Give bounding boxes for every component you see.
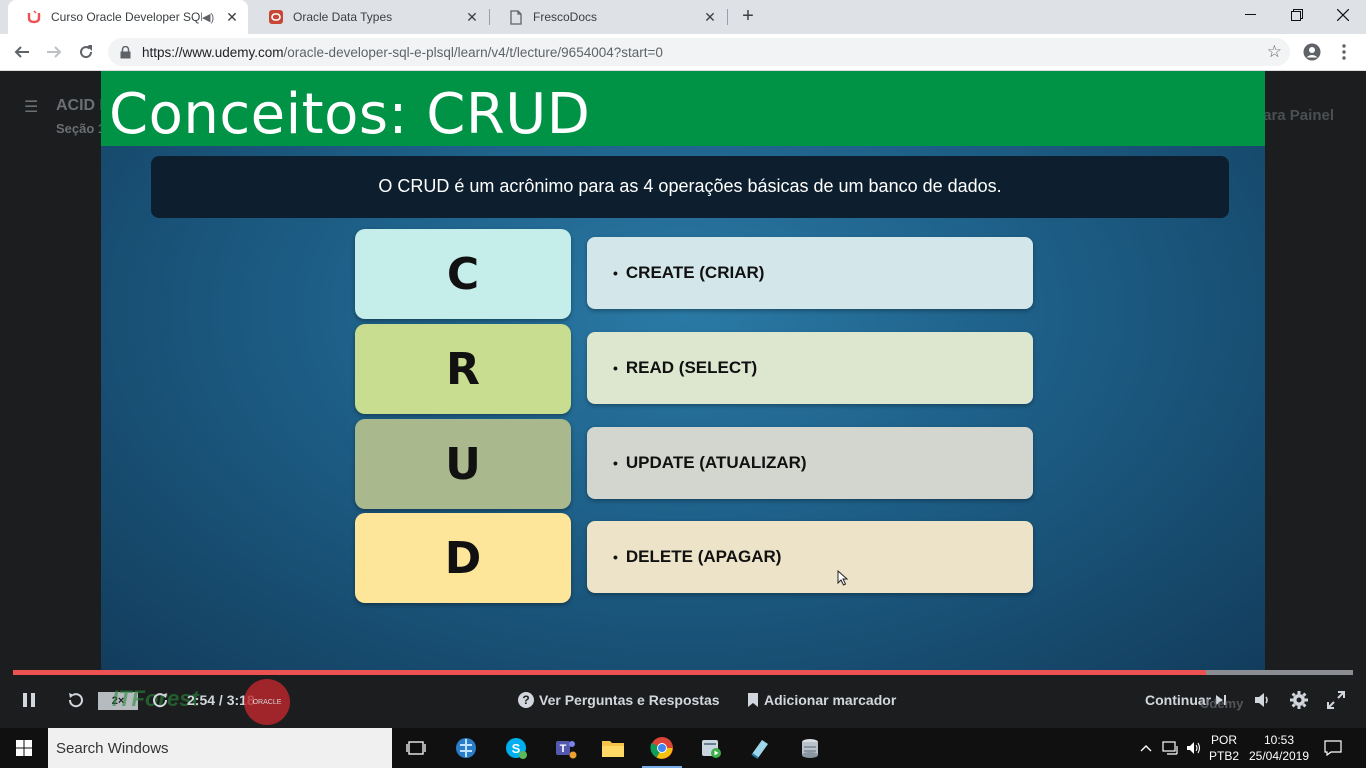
tab-title: Oracle Data Types (293, 10, 393, 24)
language-code: POR (1210, 733, 1237, 747)
skype-icon[interactable]: S (492, 728, 540, 768)
crud-letter-c: C (355, 229, 571, 319)
windows-taskbar: Search Windows S T POR PTB2 10:53 25/04/… (0, 728, 1366, 768)
player-controls: 2× ITForest 2:54 / 3:18 ORACLE ? Ver Per… (0, 677, 1366, 728)
oracle-watermark-text: ORACLE (252, 698, 282, 706)
input-language-indicator[interactable]: POR PTB2 (1208, 732, 1240, 764)
task-view-icon[interactable] (392, 728, 440, 768)
chrome-icon[interactable] (638, 728, 686, 768)
course-menu-icon[interactable]: ☰ (24, 97, 38, 117)
bookmark-star-icon[interactable]: ☆ (1267, 43, 1282, 60)
windows-search-box[interactable]: Search Windows (48, 728, 392, 768)
mouse-cursor-icon (837, 569, 849, 586)
crud-desc-text: READ (SELECT) (625, 358, 758, 377)
forward-arrow-icon[interactable] (40, 38, 68, 66)
url-path: /oracle-developer-sql-e-plsql/learn/v4/t… (283, 44, 663, 60)
qa-label: Ver Perguntas e Respostas (539, 692, 720, 708)
fullscreen-icon[interactable] (1326, 690, 1346, 710)
crud-desc-update: • UPDATE (ATUALIZAR) (587, 427, 1033, 499)
audio-playing-icon[interactable]: ◀) (202, 11, 218, 24)
crud-letter-r: R (355, 324, 571, 414)
crud-desc-read: • READ (SELECT) (587, 332, 1033, 404)
forward-icon[interactable] (150, 690, 170, 710)
oracle-favicon-icon (268, 9, 284, 25)
network-tray-icon[interactable] (1162, 728, 1180, 768)
tab-oracle-data-types[interactable]: Oracle Data Types ✕ (250, 0, 488, 34)
network-app-icon[interactable] (442, 728, 490, 768)
new-tab-button[interactable]: + (737, 6, 759, 28)
tab-close-icon[interactable]: ✕ (464, 9, 480, 25)
slide-header-bar: Conceitos: CRUD (101, 71, 1265, 147)
tab-title: FrescoDocs (533, 10, 598, 24)
udemy-watermark: Udemy (1200, 696, 1244, 711)
slide-subtitle-box: O CRUD é um acrônimo para as 4 operações… (151, 156, 1229, 218)
reload-icon[interactable] (72, 38, 100, 66)
restore-window-icon[interactable] (1274, 0, 1320, 30)
tab-close-icon[interactable]: ✕ (224, 9, 240, 25)
crud-desc-create: • CREATE (CRIAR) (587, 237, 1033, 309)
question-icon: ? (518, 692, 534, 708)
lecture-slide: Conceitos: CRUD O CRUD é um acrônimo par… (101, 71, 1265, 671)
keyboard-layout: PTB2 (1208, 749, 1239, 763)
media-app-icon[interactable] (687, 728, 735, 768)
slide-title: Conceitos: CRUD (109, 82, 591, 147)
udemy-favicon-icon (26, 9, 42, 25)
clock-time: 10:53 (1263, 733, 1295, 747)
rewind-icon[interactable] (66, 690, 86, 710)
minimize-window-icon[interactable] (1228, 0, 1274, 30)
section-label: Seção 1 (56, 121, 106, 136)
tab-curso-oracle[interactable]: Curso Oracle Developer SQL ◀) ✕ (8, 0, 248, 34)
tab-title: Curso Oracle Developer SQL (51, 10, 202, 24)
svg-text:T: T (560, 743, 567, 755)
tray-overflow-chevron-icon[interactable] (1140, 728, 1152, 768)
browser-toolbar: https://www.udemy.com/oracle-developer-s… (0, 34, 1366, 71)
oracle-watermark-logo: ORACLE (244, 679, 290, 725)
teams-icon[interactable]: T (541, 728, 589, 768)
profile-avatar-icon[interactable] (1298, 38, 1326, 66)
address-bar[interactable]: https://www.udemy.com/oracle-developer-s… (108, 38, 1290, 66)
tab-close-icon[interactable]: ✕ (702, 9, 718, 25)
back-arrow-icon[interactable] (8, 38, 36, 66)
document-favicon-icon (508, 9, 524, 25)
settings-gear-icon[interactable] (1289, 690, 1309, 710)
video-progress-bar[interactable] (13, 670, 1353, 675)
file-explorer-icon[interactable] (589, 728, 637, 768)
bullet: • (613, 455, 618, 471)
notifications-icon[interactable] (1324, 728, 1342, 768)
bookmark-label: Adicionar marcador (764, 692, 897, 708)
crud-desc-text: DELETE (APAGAR) (625, 547, 782, 566)
crud-desc-text: UPDATE (ATUALIZAR) (625, 453, 807, 472)
crud-letter-u: U (355, 419, 571, 509)
tab-separator (727, 9, 728, 25)
crud-desc-delete: • DELETE (APAGAR) (587, 521, 1033, 593)
video-progress-fill (13, 670, 1206, 675)
tab-frescodocs[interactable]: FrescoDocs ✕ (490, 0, 726, 34)
volume-icon[interactable] (1252, 690, 1272, 710)
url-host: https://www.udemy.com (142, 44, 284, 60)
crud-letter-d: D (355, 513, 571, 603)
search-placeholder: Search Windows (56, 739, 169, 757)
slide-subtitle: O CRUD é um acrônimo para as 4 operações… (378, 176, 1002, 196)
system-clock[interactable]: 10:53 25/04/2019 (1249, 732, 1309, 764)
notepad-app-icon[interactable] (736, 728, 784, 768)
volume-tray-icon[interactable] (1186, 728, 1202, 768)
add-bookmark-button[interactable]: Adicionar marcador (748, 692, 896, 708)
clock-date: 25/04/2019 (1248, 749, 1310, 763)
browser-tab-strip: Curso Oracle Developer SQL ◀) ✕ Oracle D… (0, 0, 1366, 34)
crud-desc-text: CREATE (CRIAR) (625, 263, 765, 282)
bullet: • (613, 265, 618, 281)
browser-menu-icon[interactable] (1330, 38, 1358, 66)
windows-start-icon[interactable] (0, 728, 48, 768)
bullet: • (613, 549, 618, 565)
close-window-icon[interactable] (1320, 0, 1366, 30)
bullet: • (613, 360, 618, 376)
bookmark-icon (748, 693, 758, 707)
pause-icon[interactable] (22, 692, 36, 708)
sql-developer-icon[interactable] (786, 728, 834, 768)
qa-button[interactable]: ? Ver Perguntas e Respostas (518, 692, 720, 708)
lock-icon[interactable] (120, 45, 132, 59)
url-text: https://www.udemy.com/oracle-developer-s… (142, 45, 663, 60)
video-player[interactable]: ☰ ACID E CRUD Seção 1 Ir para Painel Con… (0, 71, 1366, 728)
